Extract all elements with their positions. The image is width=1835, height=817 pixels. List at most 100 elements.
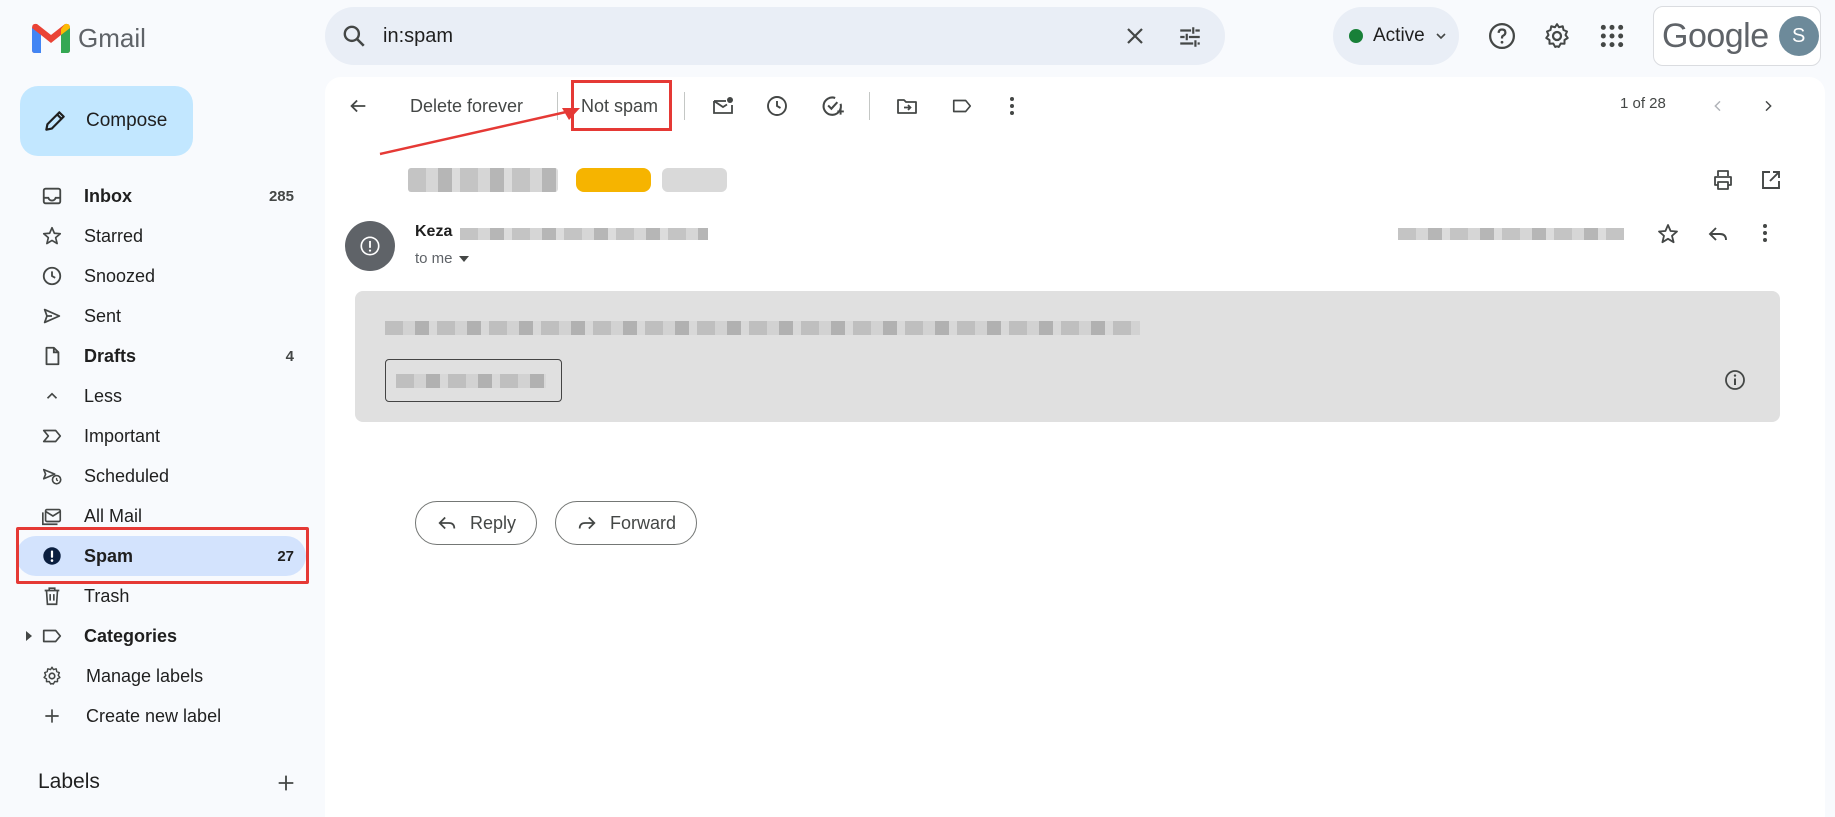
recipient-details[interactable]: to me — [415, 250, 469, 267]
chevron-up-icon — [40, 384, 64, 408]
labels-heading: Labels — [38, 770, 100, 793]
sidebar-item-label: Starred — [84, 225, 144, 246]
sidebar-item-label: Less — [84, 385, 123, 406]
pencil-icon — [45, 111, 65, 131]
add-label-plus-icon[interactable] — [275, 772, 297, 794]
older-chevron-right-icon[interactable] — [1756, 88, 1780, 124]
sidebar-nav: Inbox 285 Starred Snoozed Sent Drafts 4 … — [16, 176, 306, 736]
account-switcher[interactable]: Google S — [1653, 6, 1821, 66]
all-mail-icon — [40, 504, 64, 528]
banner-action-button[interactable] — [385, 359, 562, 402]
chevron-down-icon — [458, 255, 469, 262]
help-icon[interactable] — [1484, 18, 1520, 54]
sidebar-item-label: Scheduled — [84, 465, 170, 486]
recipient-label: to me — [415, 250, 453, 267]
sidebar-item-important[interactable]: Important — [16, 416, 306, 456]
message-more-icon[interactable] — [1762, 223, 1768, 243]
scheduled-icon — [40, 464, 64, 488]
status-label: Active — [1373, 25, 1425, 46]
forward-button[interactable]: Forward — [555, 501, 698, 545]
snooze-clock-icon[interactable] — [762, 88, 792, 124]
gmail-m-icon — [32, 23, 70, 53]
print-icon[interactable] — [1711, 168, 1735, 192]
sidebar-item-create-label[interactable]: Create new label — [16, 696, 306, 736]
gear-icon — [40, 664, 64, 688]
sidebar-item-snoozed[interactable]: Snoozed — [16, 256, 306, 296]
info-icon[interactable] — [1723, 368, 1747, 392]
label-tag-icon[interactable] — [947, 88, 977, 124]
reply-button[interactable]: Reply — [415, 501, 538, 545]
sidebar-item-less[interactable]: Less — [16, 376, 306, 416]
move-to-folder-icon[interactable] — [892, 88, 922, 124]
open-in-new-window-icon[interactable] — [1759, 168, 1783, 192]
star-icon — [40, 224, 64, 248]
reply-label: Reply — [470, 512, 517, 533]
clock-icon — [40, 264, 64, 288]
search-icon[interactable] — [341, 23, 367, 49]
reply-arrow-icon[interactable] — [1706, 222, 1730, 246]
sidebar-item-categories[interactable]: Categories — [16, 616, 306, 656]
important-icon — [40, 424, 64, 448]
sidebar-item-label: Manage labels — [86, 665, 204, 686]
sender-email-redacted — [460, 228, 708, 240]
star-icon[interactable] — [1656, 222, 1680, 246]
add-to-tasks-icon[interactable] — [818, 88, 848, 124]
google-logo: Google — [1662, 16, 1769, 55]
pagination-label: 1 of 28 — [1620, 95, 1666, 112]
sender-avatar[interactable] — [345, 221, 395, 271]
send-icon — [40, 304, 64, 328]
sidebar-item-drafts[interactable]: Drafts 4 — [16, 336, 306, 376]
apps-grid-icon[interactable] — [1594, 18, 1630, 54]
spam-warning-banner — [355, 291, 1780, 422]
sidebar-item-starred[interactable]: Starred — [16, 216, 306, 256]
compose-button[interactable]: Compose — [20, 86, 193, 156]
spam-label-chip-redacted — [662, 168, 727, 192]
gmail-logo[interactable]: Gmail — [32, 18, 146, 58]
label-icon — [40, 624, 64, 648]
clear-search-icon[interactable] — [1123, 24, 1147, 48]
status-dot — [1349, 29, 1363, 43]
reply-icon — [438, 516, 456, 530]
sender-name[interactable]: Keza — [415, 223, 452, 241]
sidebar-item-label: Sent — [84, 305, 122, 326]
search-bar[interactable] — [325, 7, 1225, 65]
trash-icon — [40, 584, 64, 608]
mark-unread-icon[interactable] — [708, 88, 738, 124]
inbox-icon — [40, 184, 64, 208]
sidebar-item-inbox[interactable]: Inbox 285 — [16, 176, 306, 216]
chevron-down-icon — [1436, 33, 1446, 40]
annotation-arrow — [379, 108, 580, 156]
sidebar-item-manage-labels[interactable]: Manage labels — [16, 656, 306, 696]
banner-text-redacted — [385, 321, 1140, 335]
newer-chevron-left-icon[interactable] — [1706, 88, 1730, 124]
search-input[interactable] — [383, 24, 1063, 48]
more-vert-icon[interactable] — [1002, 88, 1022, 124]
forward-label: Forward — [610, 512, 677, 533]
subject-redacted — [408, 168, 558, 192]
sidebar-item-label: Drafts — [84, 345, 137, 366]
compose-label: Compose — [86, 110, 168, 131]
expand-caret-icon[interactable] — [24, 630, 34, 642]
settings-gear-icon[interactable] — [1539, 18, 1575, 54]
sidebar-item-label: Trash — [84, 585, 130, 606]
highlight-box-spam — [16, 527, 309, 584]
search-options-icon[interactable] — [1177, 24, 1203, 50]
sidebar-item-label: Categories — [84, 625, 178, 646]
timestamp-redacted — [1398, 228, 1624, 240]
sidebar-item-label: Create new label — [86, 705, 222, 726]
avatar[interactable]: S — [1778, 16, 1819, 56]
draft-count: 4 — [285, 347, 294, 365]
back-arrow-icon[interactable] — [343, 88, 373, 124]
draft-icon — [40, 344, 64, 368]
sidebar-item-label: Snoozed — [84, 265, 156, 286]
status-selector[interactable]: Active — [1333, 7, 1459, 65]
forward-icon — [578, 516, 596, 530]
label-chip-redacted — [576, 168, 651, 192]
toolbar-divider — [869, 92, 870, 120]
sidebar-item-label: All Mail — [84, 505, 143, 526]
sidebar-item-scheduled[interactable]: Scheduled — [16, 456, 306, 496]
warning-icon — [360, 236, 380, 256]
sidebar-item-sent[interactable]: Sent — [16, 296, 306, 336]
toolbar-divider — [684, 92, 685, 120]
app-name: Gmail — [78, 22, 146, 53]
